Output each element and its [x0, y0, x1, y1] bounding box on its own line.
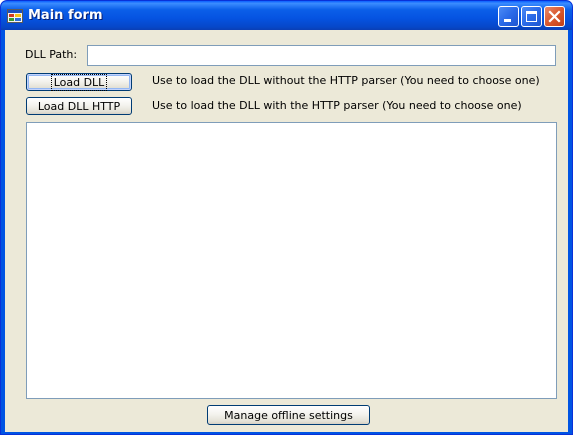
close-icon	[548, 10, 561, 23]
close-button[interactable]	[544, 6, 565, 27]
dll-path-input[interactable]	[87, 45, 556, 66]
maximize-button[interactable]	[521, 6, 542, 27]
app-icon	[7, 9, 23, 23]
load-dll-description: Use to load the DLL without the HTTP par…	[152, 74, 540, 87]
output-list[interactable]	[26, 122, 557, 399]
maximize-icon	[526, 11, 537, 22]
dll-path-label: DLL Path:	[25, 48, 78, 61]
load-dll-http-description: Use to load the DLL with the HTTP parser…	[152, 99, 522, 112]
manage-offline-settings-label: Manage offline settings	[224, 408, 353, 422]
load-dll-http-button[interactable]: Load DLL HTTP	[26, 97, 132, 115]
window-title: Main form	[28, 8, 103, 23]
main-window: Main form DLL Path: Load DLL Use to load…	[0, 0, 573, 435]
load-dll-http-button-label: Load DLL HTTP	[37, 99, 121, 113]
title-bar[interactable]: Main form	[1, 1, 572, 30]
minimize-button[interactable]	[498, 6, 519, 27]
load-dll-button[interactable]: Load DLL	[26, 73, 132, 91]
minimize-icon	[504, 19, 511, 22]
form-client-area: DLL Path: Load DLL Use to load the DLL w…	[5, 30, 568, 432]
load-dll-button-label: Load DLL	[50, 73, 108, 91]
manage-offline-settings-button[interactable]: Manage offline settings	[207, 405, 370, 425]
